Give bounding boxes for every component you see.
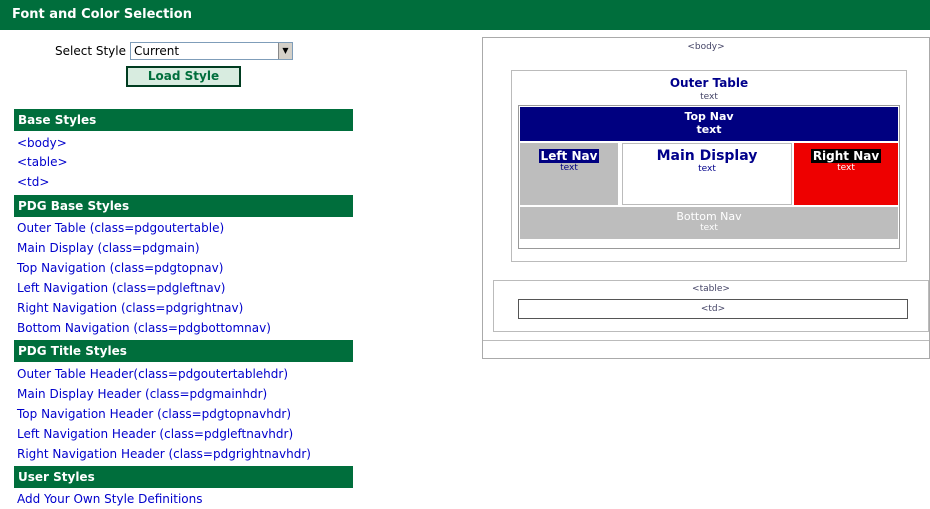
section-user-styles: User Styles: [14, 466, 353, 488]
bottom-nav-preview[interactable]: Bottom Nav text: [520, 207, 898, 239]
link-main-display-header[interactable]: Main Display Header (class=pdgmainhdr): [17, 384, 267, 404]
style-dropdown[interactable]: Current ▼: [129, 42, 293, 60]
style-dropdown-value: Current: [133, 44, 180, 58]
outer-table-preview[interactable]: Outer Table text Top Nav text Left Nav t…: [511, 70, 907, 262]
link-body[interactable]: <body>: [17, 133, 67, 153]
bottom-nav-label: Bottom Nav: [676, 210, 742, 223]
style-preview-panel: <body> Outer Table text Top Nav text Lef…: [482, 37, 930, 359]
td-tag-label: <td>: [700, 304, 726, 314]
page-title: Font and Color Selection: [12, 7, 192, 22]
bottom-nav-text: text: [700, 223, 718, 233]
right-nav-label: Right Nav: [810, 149, 882, 163]
body-tag-label[interactable]: <body>: [483, 42, 929, 52]
link-bottom-navigation[interactable]: Bottom Navigation (class=pdgbottomnav): [17, 318, 271, 338]
outer-table-text: text: [700, 92, 718, 102]
link-right-navigation[interactable]: Right Navigation (class=pdgrightnav): [17, 298, 243, 318]
top-nav-preview[interactable]: Top Nav text: [520, 107, 898, 141]
main-display-preview[interactable]: Main Display text: [622, 143, 792, 205]
outer-table-title: Outer Table: [669, 76, 749, 90]
link-left-navigation-header[interactable]: Left Navigation Header (class=pdgleftnav…: [17, 424, 293, 444]
main-display-title: Main Display: [656, 148, 758, 164]
link-table[interactable]: <table>: [17, 152, 68, 172]
left-nav-preview[interactable]: Left Nav text: [520, 143, 618, 205]
right-nav-preview[interactable]: Right Nav text: [794, 143, 898, 205]
select-style-label: Select Style: [55, 44, 126, 58]
dropdown-arrow-icon[interactable]: ▼: [277, 43, 292, 59]
left-nav-text: text: [560, 163, 578, 173]
preview-divider: [483, 340, 929, 341]
load-style-button[interactable]: Load Style: [126, 66, 241, 87]
link-add-own-style[interactable]: Add Your Own Style Definitions: [17, 489, 202, 509]
section-pdg-title-styles: PDG Title Styles: [14, 340, 353, 362]
link-left-navigation[interactable]: Left Navigation (class=pdgleftnav): [17, 278, 225, 298]
table-preview[interactable]: <table> <td>: [493, 280, 929, 332]
td-preview[interactable]: <td>: [518, 299, 908, 319]
section-base-styles: Base Styles: [14, 109, 353, 131]
link-top-navigation-header[interactable]: Top Navigation Header (class=pdgtopnavhd…: [17, 404, 291, 424]
top-nav-label: Top Nav: [684, 110, 734, 123]
top-nav-text: text: [696, 123, 722, 136]
style-select-row: Select Style Current ▼: [55, 42, 293, 60]
link-outer-table[interactable]: Outer Table (class=pdgoutertable): [17, 218, 224, 238]
link-right-navigation-header[interactable]: Right Navigation Header (class=pdgrightn…: [17, 444, 311, 464]
section-pdg-base-styles: PDG Base Styles: [14, 195, 353, 217]
right-nav-text: text: [837, 163, 855, 173]
link-main-display[interactable]: Main Display (class=pdgmain): [17, 238, 200, 258]
link-top-navigation[interactable]: Top Navigation (class=pdgtopnav): [17, 258, 223, 278]
page-title-bar: Font and Color Selection: [0, 0, 930, 30]
table-tag-label: <table>: [692, 284, 730, 294]
link-td[interactable]: <td>: [17, 172, 49, 192]
main-display-text: text: [698, 164, 716, 174]
left-nav-label: Left Nav: [538, 149, 600, 163]
link-outer-table-header[interactable]: Outer Table Header(class=pdgoutertablehd…: [17, 364, 288, 384]
